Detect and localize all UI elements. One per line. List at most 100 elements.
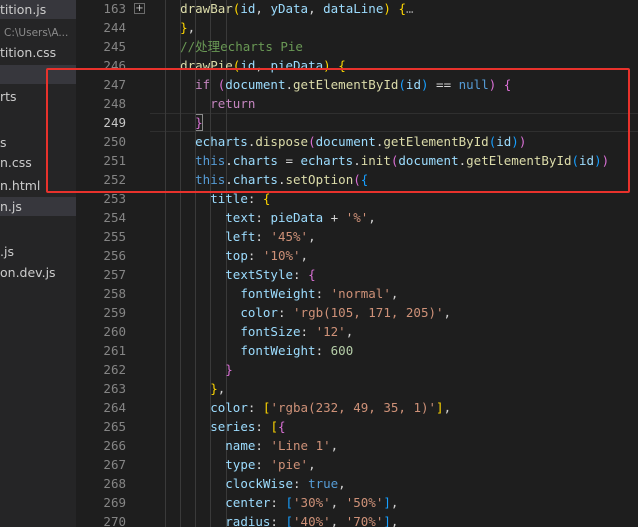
line-number: 267 [103,457,126,472]
line-number: 269 [103,495,126,510]
line-number-gutter: 163 244 245 246 247 248 249 250 251 252 253 254 255 2… [76,0,134,527]
code-token: '45%' [270,229,309,244]
code-token: ) [601,153,610,168]
code-line: color: ['rgba(232, 49, 35, 1)'], [150,398,638,417]
code-line: text: pieData + '%', [150,208,638,227]
code-token: ] [436,400,444,415]
code-token: ( [571,153,580,168]
fold-expand-icon[interactable]: + [134,3,145,14]
sidebar-file-item[interactable]: tition.css [0,43,76,62]
code-token: drawBar [180,1,233,16]
code-token: yData [270,1,309,16]
code-token: : [247,191,263,206]
line-number: 264 [103,400,126,415]
code-token: return [210,96,256,111]
code-token: null [458,77,489,92]
sidebar-file-item[interactable]: on.dev.js [0,263,76,282]
line-number: 255 [103,229,126,244]
code-token: [ [270,419,278,434]
code-line: //处理echarts Pie [150,37,638,56]
code-token: color [240,305,278,320]
code-line: radius: ['40%', '70%'], [150,512,638,527]
code-token: ) [511,134,519,149]
line-number: 244 [103,20,126,35]
code-token: series [210,419,256,434]
code-token: id [405,77,421,92]
sidebar-file-item[interactable] [0,65,76,84]
code-token: '50%' [345,495,384,510]
sidebar-file-label: tition.js [0,2,47,17]
code-line: textStyle: { [150,265,638,284]
code-token: , [308,229,316,244]
code-token: : [255,457,271,472]
code-line: clockWise: true, [150,474,638,493]
sidebar-file-item[interactable]: tition.js [0,0,76,19]
code-token: dataLine [323,1,384,16]
code-token: : [277,305,294,320]
code-editor[interactable]: drawBar(id, yData, dataLine) {… }, //处理e… [150,0,638,527]
line-number: 250 [103,134,126,149]
line-number: 254 [103,210,126,225]
sidebar-file-item[interactable]: rts [0,87,76,106]
code-token: '10%' [262,248,301,263]
code-line: center: ['30%', '50%'], [150,493,638,512]
code-token: drawPie [180,58,233,73]
code-token: , [187,20,196,35]
code-token: ( [353,172,361,187]
line-number: 251 [103,153,126,168]
code-token: text [225,210,256,225]
code-token: , [443,400,452,415]
file-explorer-sidebar: tition.js C:\Users\A... tition.css rts s n.cs… [0,0,76,527]
sidebar-file-label: rts [0,89,17,104]
code-token: '30%' [293,495,331,510]
line-number: 249 [103,115,126,130]
sidebar-file-item[interactable]: s [0,133,76,152]
sidebar-file-item[interactable]: n.js [0,197,76,216]
code-token: : [300,324,316,339]
code-token: ) [420,77,429,92]
code-token: echarts [195,134,248,149]
code-token: ) [518,134,527,149]
code-line: top: '10%', [150,246,638,265]
sidebar-file-item[interactable] [0,220,76,239]
code-token: this [195,153,226,168]
code-line: if (document.getElementById(id) == null)… [150,75,638,94]
code-line: series: [{ [150,417,638,436]
code-line: name: 'Line 1', [150,436,638,455]
code-token: , [330,514,346,527]
code-token: pieData [270,58,324,73]
code-token: } [225,362,233,377]
code-token: } [180,20,188,35]
line-number: 261 [103,343,126,358]
line-number: 268 [103,476,126,491]
code-token: , [443,305,452,320]
code-token: . [458,153,467,168]
code-token: 'normal' [330,286,391,301]
code-token: document [398,153,459,168]
sidebar-file-label: s [0,135,7,150]
code-token: : [293,476,309,491]
code-line: echarts.dispose(document.getElementById(… [150,132,638,151]
line-number: 253 [103,191,126,206]
code-token: : [255,210,271,225]
sidebar-file-item[interactable]: n.html [0,176,76,195]
code-line: left: '45%', [150,227,638,246]
code-token: , [338,476,346,491]
code-token: fontSize [240,324,301,339]
code-token: true [308,476,339,491]
line-number: 256 [103,248,126,263]
sidebar-file-item[interactable]: .js [0,242,76,261]
code-token: id [579,153,595,168]
code-token: '12' [315,324,346,339]
code-token: . [225,172,233,187]
code-token: title [210,191,248,206]
code-token: getElementById [293,77,399,92]
code-token: 'pie' [270,457,309,472]
code-token: , [217,381,226,396]
code-token: , [308,1,324,16]
sidebar-file-item[interactable]: C:\Users\A... [0,22,76,41]
sidebar-file-item[interactable]: n.css [0,153,76,172]
code-token: , [390,495,399,510]
code-token: ) [594,153,602,168]
